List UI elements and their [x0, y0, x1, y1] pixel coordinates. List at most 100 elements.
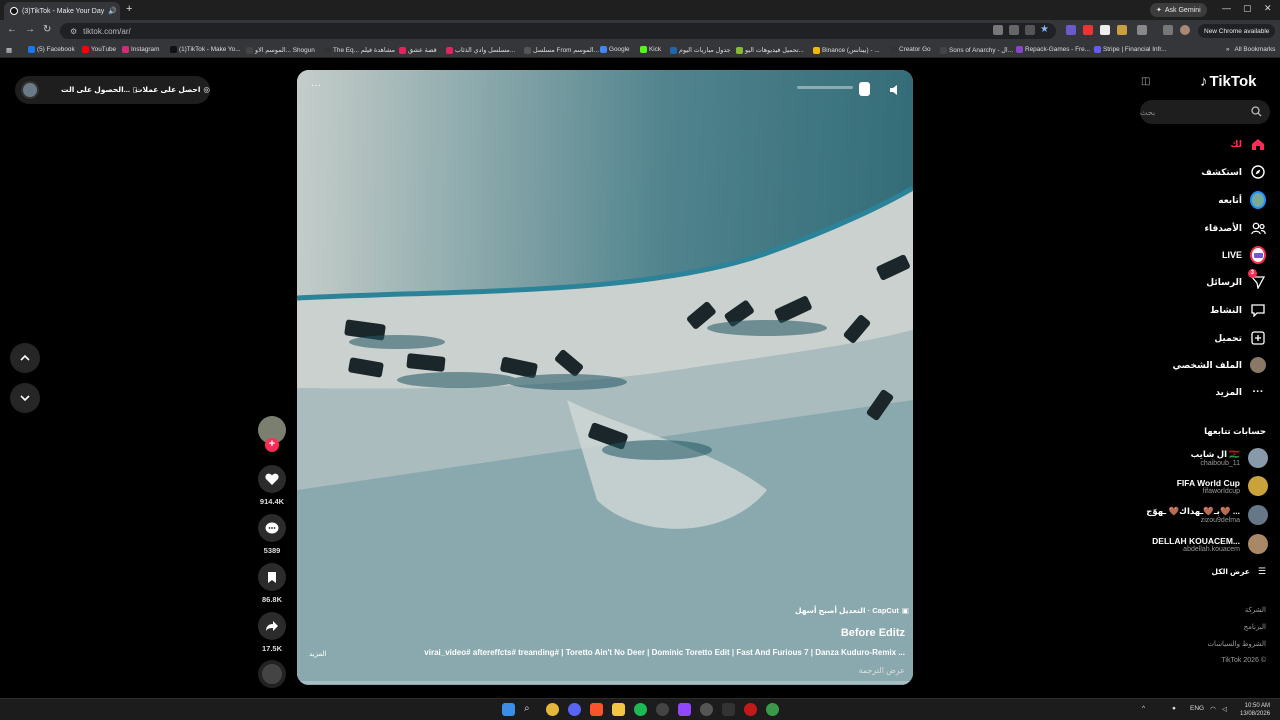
site-info-icon[interactable]: ⚙: [70, 27, 77, 36]
maximize-icon[interactable]: ▢: [1243, 3, 1252, 14]
bookmark-item[interactable]: Instagram: [122, 46, 159, 53]
close-window-icon[interactable]: ✕: [1264, 3, 1272, 14]
bookmark-item[interactable]: الموسم الاو... Shogun: [246, 46, 315, 54]
translate-link[interactable]: عرض الترجمة: [859, 666, 905, 675]
app-icon[interactable]: [678, 703, 691, 716]
discord-icon[interactable]: [568, 703, 581, 716]
bookmark-icon[interactable]: [258, 563, 286, 591]
music-disc[interactable]: [258, 660, 286, 688]
microphone-icon[interactable]: ●: [1172, 705, 1176, 712]
save-action[interactable]: 86.8K: [258, 563, 286, 604]
app-icon[interactable]: [700, 703, 713, 716]
bookmark-item[interactable]: Creator Go: [890, 46, 931, 53]
sidebar-item-upload[interactable]: تحميل: [1214, 330, 1266, 346]
bookmark-item[interactable]: تحميل فيديوهات اليو...: [736, 46, 804, 54]
description-more-link[interactable]: المزيد: [309, 650, 327, 658]
bookmark-item[interactable]: (1)TikTok - Make Yo...: [170, 46, 241, 53]
brave-icon[interactable]: [590, 703, 603, 716]
get-coins-button[interactable]: احصل على عملات ◎: [135, 85, 210, 94]
video-menu-icon[interactable]: ···: [311, 80, 321, 91]
following-account-avatar[interactable]: [1248, 534, 1268, 554]
language-indicator[interactable]: ENG: [1190, 705, 1204, 712]
search-input[interactable]: بحث: [1140, 100, 1270, 124]
chrome-profile-icon[interactable]: [766, 703, 779, 716]
cast-icon[interactable]: [1009, 25, 1019, 35]
following-account[interactable]: FIFA World Cup fifaworldcup: [1177, 476, 1268, 496]
file-explorer-icon[interactable]: [612, 703, 625, 716]
extension-icon[interactable]: [1083, 25, 1093, 35]
app-icon[interactable]: [656, 703, 669, 716]
sidebar-item-activity[interactable]: النشاط: [1210, 302, 1266, 318]
app-icon[interactable]: [744, 703, 757, 716]
app-icon[interactable]: [722, 703, 735, 716]
sidepanel-icon[interactable]: [1163, 25, 1173, 35]
profile-avatar-icon[interactable]: [1180, 25, 1190, 35]
ask-gemini-button[interactable]: ✦ Ask Gemini: [1150, 3, 1207, 17]
translate-icon[interactable]: [993, 25, 1003, 35]
follow-plus-icon[interactable]: +: [265, 438, 279, 452]
sidebar-item-friends[interactable]: الأصدقاء: [1204, 220, 1266, 236]
volume-tray-icon[interactable]: ◁: [1222, 705, 1227, 713]
extension-icon[interactable]: [1117, 25, 1127, 35]
apps-grid-icon[interactable]: ▦: [6, 46, 12, 54]
back-icon[interactable]: ←: [7, 24, 17, 35]
video-progress-bar[interactable]: [297, 681, 913, 684]
footer-link[interactable]: البرنامج: [1244, 623, 1266, 631]
new-chrome-available-button[interactable]: New Chrome available: [1198, 24, 1276, 38]
bookmark-item[interactable]: Repack-Games - Fre...: [1016, 46, 1090, 53]
chrome-icon[interactable]: [546, 703, 559, 716]
new-tab-button[interactable]: +: [126, 3, 132, 15]
bookmark-item[interactable]: The Eq... مشاهدة فيلم: [324, 46, 395, 54]
forward-icon[interactable]: →: [25, 24, 35, 35]
creator-avatar-action[interactable]: +: [258, 416, 286, 452]
search-icon[interactable]: [1251, 106, 1262, 117]
footer-link[interactable]: الشروط والسياسات: [1207, 640, 1266, 648]
comment-action[interactable]: 5389: [258, 514, 286, 555]
bookmark-item[interactable]: YouTube: [82, 46, 116, 53]
url-field[interactable]: ⚙ tiktok.com/ar/: [60, 23, 1056, 39]
sidebar-item-compass[interactable]: استكشف: [1201, 164, 1266, 180]
bookmark-item[interactable]: Binance (بينانس) - ...: [813, 46, 880, 54]
heart-icon[interactable]: [258, 465, 286, 493]
following-account-avatar[interactable]: [1248, 505, 1268, 525]
clock[interactable]: 10:50 AM 13/08/2026: [1240, 702, 1270, 718]
share-icon[interactable]: [258, 612, 286, 640]
capcut-label[interactable]: ▣ CapCut · التعديل أصبح أسهل: [795, 606, 909, 615]
comment-icon[interactable]: [258, 514, 286, 542]
bookmark-item[interactable]: قصة عشق: [399, 46, 437, 54]
bookmark-item[interactable]: Stripe | Financial Infr...: [1094, 46, 1166, 53]
see-all-button[interactable]: ☰ عرض الكل: [1212, 566, 1266, 577]
bookmark-item[interactable]: Google: [600, 46, 630, 53]
bookmark-item[interactable]: مسلسل وادي الذئاب...: [446, 46, 515, 54]
windows-start-icon[interactable]: [502, 703, 515, 716]
extension-icon[interactable]: [1066, 25, 1076, 35]
sidebar-item-messages[interactable]: 3 الرسائل: [1206, 269, 1266, 290]
zoom-icon[interactable]: [1025, 25, 1035, 35]
footer-link[interactable]: الشركة: [1245, 606, 1266, 614]
video-author[interactable]: Before Editz: [841, 627, 905, 639]
spotify-icon[interactable]: [634, 703, 647, 716]
speaker-icon[interactable]: [889, 84, 899, 96]
sidebar-item-more[interactable]: ··· المزيد: [1215, 384, 1266, 400]
following-account[interactable]: بـ🤎ـهداك🤎 ـهوّج🤎 ... zizou9delma: [1146, 505, 1268, 525]
minimize-icon[interactable]: —: [1222, 3, 1231, 13]
sidebar-item-live[interactable]: LIVE: [1222, 246, 1266, 264]
volume-icon[interactable]: [859, 82, 870, 96]
extensions-puzzle-icon[interactable]: [1137, 25, 1147, 35]
bookmark-item[interactable]: Sons of Anarchy - ال...: [940, 46, 1013, 54]
footer-link[interactable]: © TikTok 2026: [1221, 657, 1266, 664]
like-action[interactable]: 914.4K: [258, 465, 286, 506]
reload-icon[interactable]: ↻: [43, 24, 51, 35]
tray-chevron-icon[interactable]: ^: [1142, 705, 1145, 712]
sidebar-item-profile[interactable]: الملف الشخصي: [1173, 357, 1266, 373]
all-bookmarks-button[interactable]: » All Bookmarks: [1226, 46, 1275, 53]
previous-video-button[interactable]: [10, 343, 40, 373]
following-account-avatar[interactable]: [1248, 448, 1268, 468]
volume-slider[interactable]: [797, 82, 867, 92]
user-avatar[interactable]: [21, 81, 39, 99]
sidebar-item-following-avatar[interactable]: أتابعه: [1218, 191, 1266, 209]
bookmark-item[interactable]: مسلسل From الموسم...: [524, 46, 599, 54]
sidebar-item-home[interactable]: لك: [1230, 136, 1266, 152]
bookmark-item[interactable]: Kick: [640, 46, 661, 53]
bookmark-item[interactable]: (5) Facebook: [28, 46, 75, 53]
